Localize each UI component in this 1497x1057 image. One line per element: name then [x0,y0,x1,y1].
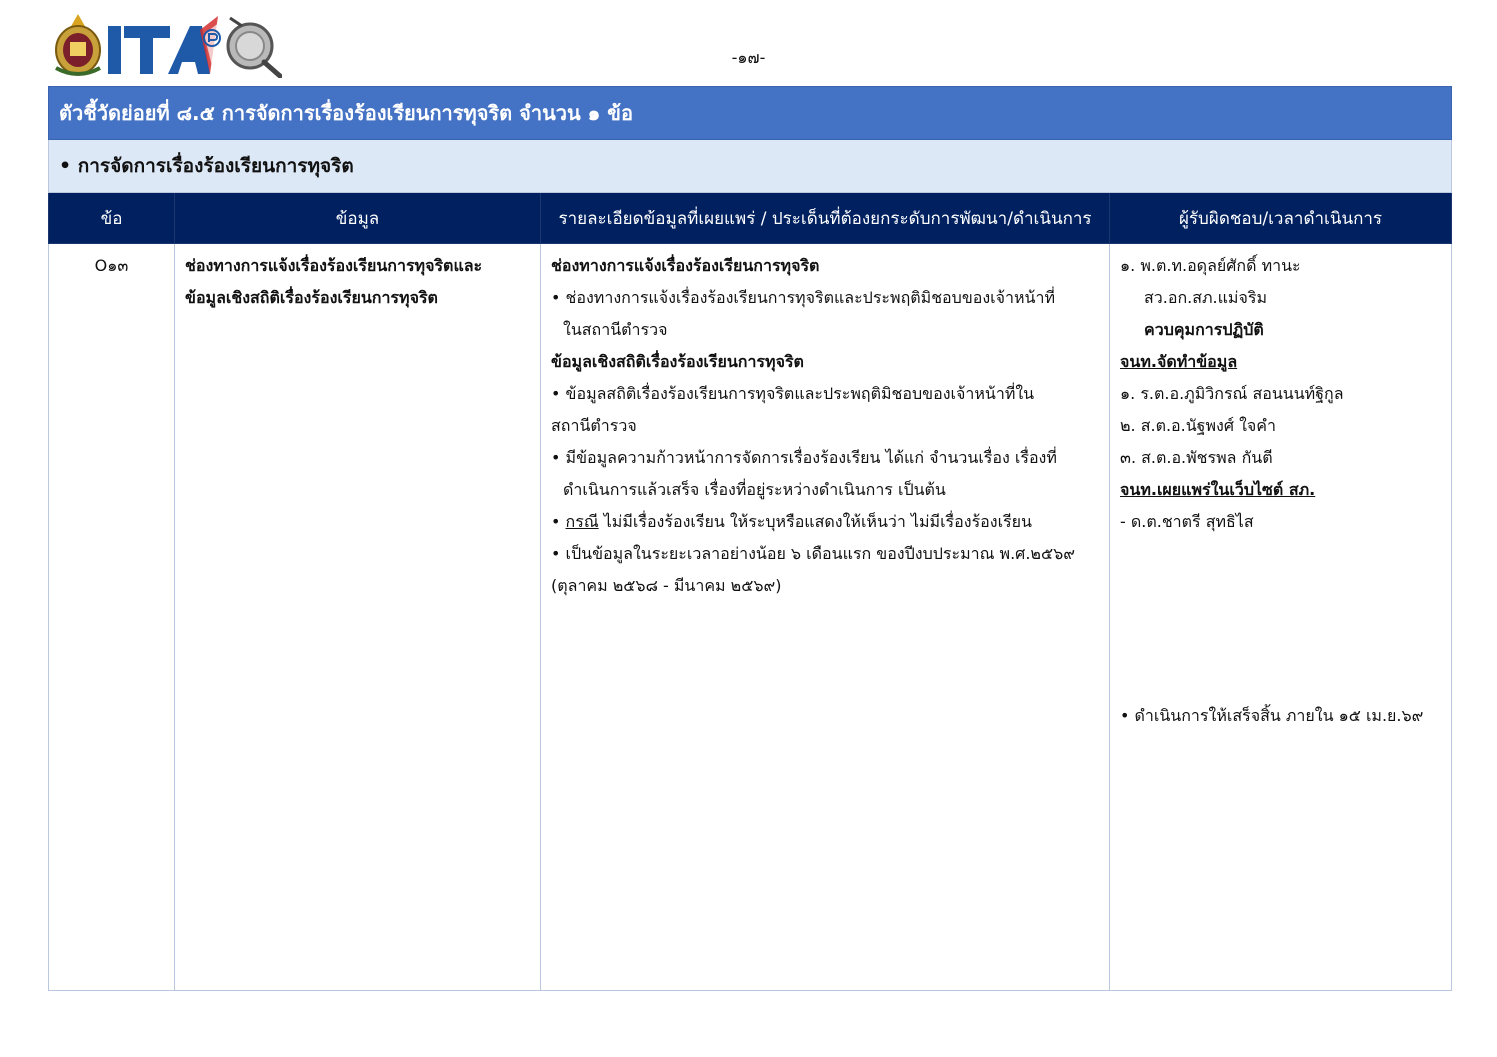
indicator-table: ตัวชี้วัดย่อยที่ ๘.๕ การจัดการเรื่องร้อง… [47,86,1453,991]
row-detail: ช่องทางการแจ้งเรื่องร้องเรียนการทุจริต •… [540,243,1110,991]
data-staff-2: ๒. ส.ต.อ.นัฐพงศ์ ใจคำ [1120,416,1276,435]
col-header-detail: รายละเอียดข้อมูลที่เผยแพร่ / ประเด็นที่ต… [540,192,1110,244]
supervisor-role: ควบคุมการปฏิบัติ [1144,320,1264,339]
table-title: ตัวชี้วัดย่อยที่ ๘.๕ การจัดการเรื่องร้อง… [47,86,1453,140]
row-number: O๑๓ [48,243,175,991]
bullet-4-mark: • [551,512,566,531]
bullet-4-text: ไม่มีเรื่องร้องเรียน ให้ระบุหรือแสดงให้เ… [598,512,1032,531]
detail-bullet-1-cont: ในสถานีตำรวจ [563,320,668,339]
col-header-info: ข้อมูล [174,192,541,244]
info-line-2: ข้อมูลเชิงสถิติเรื่องร้องเรียนการทุจริต [185,288,438,307]
detail-bullet-2: • ข้อมูลสถิติเรื่องร้องเรียนการทุจริตและ… [551,384,1035,403]
table-header-row: ข้อ ข้อมูล รายละเอียดข้อมูลที่เผยแพร่ / … [48,192,1453,244]
detail-bullet-5-cont: (ตุลาคม ๒๕๖๘ - มีนาคม ๒๕๖๙) [551,576,782,595]
col-header-no: ข้อ [48,192,175,244]
table-subtitle-row: • การจัดการเรื่องร้องเรียนการทุจริต [47,139,1453,193]
supervisor-position: สว.อก.สภ.แม่จริม [1144,288,1267,307]
data-staff-1: ๑. ร.ต.อ.ภูมิวิกรณ์ สอนนนท์ฐิกูล [1120,384,1344,403]
table-row: O๑๓ ช่องทางการแจ้งเรื่องร้องเรียนการทุจร… [48,243,1453,991]
detail-bullet-5: • เป็นข้อมูลในระยะเวลาอย่างน้อย ๖ เดือนแ… [551,544,1075,563]
deadline-text: • ดำเนินการให้เสร็จสิ้น ภายใน ๑๕ เม.ย.๖๙ [1120,706,1424,725]
data-staff-3: ๓. ส.ต.อ.พัชรพล กันตี [1120,448,1273,467]
detail-bullet-3: • มีข้อมูลความก้าวหน้าการจัดการเรื่องร้อ… [551,448,1057,467]
detail-heading-stats: ข้อมูลเชิงสถิติเรื่องร้องเรียนการทุจริต [551,352,804,371]
detail-heading-channel: ช่องทางการแจ้งเรื่องร้องเรียนการทุจริต [551,256,820,275]
data-staff-heading: จนท.จัดทำข้อมูล [1120,352,1238,371]
web-staff-1: - ด.ต.ชาตรี สุทธิไส [1120,512,1254,531]
case-label: กรณี [565,512,599,531]
detail-bullet-2-cont: สถานีตำรวจ [551,416,637,435]
row-info: ช่องทางการแจ้งเรื่องร้องเรียนการทุจริตแล… [174,243,541,991]
detail-bullet-1: • ช่องทางการแจ้งเรื่องร้องเรียนการทุจริต… [551,288,1056,307]
info-line-1: ช่องทางการแจ้งเรื่องร้องเรียนการทุจริตแล… [185,256,483,275]
supervisor-name: ๑. พ.ต.ท.อดุลย์ศักดิ์ ทานะ [1120,256,1301,275]
detail-bullet-3-cont: ดำเนินการแล้วเสร็จ เรื่องที่อยู่ระหว่างด… [563,480,946,499]
web-staff-heading: จนท.เผยแพร่ในเว็บไซต์ สภ. [1120,480,1316,499]
page-number: -๑๗- [731,48,766,67]
col-header-responsible: ผู้รับผิดชอบ/เวลาดำเนินการ [1108,192,1453,244]
row-responsible: ๑. พ.ต.ท.อดุลย์ศักดิ์ ทานะ สว.อก.สภ.แม่จ… [1108,243,1453,991]
table-title-row: ตัวชี้วัดย่อยที่ ๘.๕ การจัดการเรื่องร้อง… [47,86,1453,140]
table-subtitle: • การจัดการเรื่องร้องเรียนการทุจริต [47,139,1453,193]
detail-bullet-4: • กรณี ไม่มีเรื่องร้องเรียน ให้ระบุหรือแ… [551,506,1103,538]
